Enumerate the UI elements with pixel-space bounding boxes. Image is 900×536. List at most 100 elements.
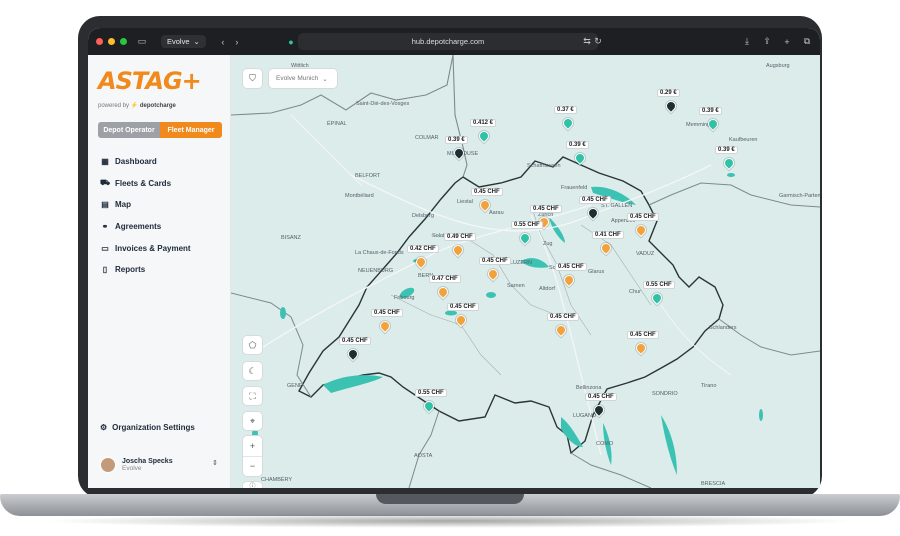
filter-button[interactable]: ⛉ xyxy=(242,68,263,89)
tab-group-label: Evolve xyxy=(167,37,190,46)
role-toggle: Depot Operator Fleet Manager xyxy=(98,122,222,138)
place-label: Tirano xyxy=(701,383,717,389)
price-label: 0.45 CHF xyxy=(627,213,659,221)
price-label: 0.45 CHF xyxy=(339,337,371,345)
nav-item-agreements[interactable]: ⚭ Agreements xyxy=(100,216,191,238)
charging-map[interactable]: ⛉ Evolve Munich ⌄ ⬠ ☾ ⛶ ⌖ + − ⓘ Saint-Di… xyxy=(231,55,820,488)
place-label: Garmisch-Partenkirchen xyxy=(779,193,820,199)
reload-icon[interactable]: ↻ xyxy=(591,35,605,49)
place-label: Augsburg xyxy=(766,63,790,69)
nav-label: Fleets & Cards xyxy=(115,178,172,188)
nav-item-map[interactable]: ▤ Map xyxy=(100,194,191,216)
zoom-out-button[interactable]: − xyxy=(243,455,262,476)
place-label: Delsberg xyxy=(412,213,435,219)
sidebar-toggle-icon[interactable]: ▭ xyxy=(135,35,149,49)
back-icon[interactable]: ‹ xyxy=(216,35,230,49)
place-label: Schlanders xyxy=(709,325,737,331)
tab-group-selector[interactable]: Evolve ⌄ xyxy=(161,35,206,48)
nav-label: Agreements xyxy=(115,222,162,232)
place-label: COMO xyxy=(596,441,614,447)
forward-icon[interactable]: › xyxy=(230,35,244,49)
avatar xyxy=(100,457,116,473)
laptop-notch xyxy=(376,494,524,504)
astag-logo: ASTAG+ xyxy=(98,67,202,95)
download-icon[interactable]: ⤓ xyxy=(740,35,754,49)
nav-label: Reports xyxy=(115,265,146,275)
chevron-down-icon: ⌄ xyxy=(193,37,200,46)
place-label: Liestal xyxy=(457,199,473,205)
price-label: 0.39 € xyxy=(445,136,468,144)
place-label: COLMAR xyxy=(415,135,439,141)
close-window-button[interactable] xyxy=(96,38,103,45)
price-label: 0.49 CHF xyxy=(444,233,476,241)
user-menu[interactable]: Joscha Specks Evolve xyxy=(100,457,173,473)
powered-by-label: powered by xyxy=(98,103,130,109)
info-button[interactable]: ⓘ xyxy=(242,481,263,488)
browser-toolbar: ▭ Evolve ⌄ ‹ › ● hub.depotcharge.com ⇆ ↻… xyxy=(88,28,820,55)
fullscreen-icon: ⛶ xyxy=(249,390,256,401)
tab-overview-icon[interactable]: ⧉ xyxy=(800,35,814,49)
price-label: 0.45 CHF xyxy=(530,205,562,213)
place-label: ÉPINAL xyxy=(327,121,347,127)
price-label: 0.55 CHF xyxy=(511,221,543,229)
nav-item-dashboard[interactable]: ▦ Dashboard xyxy=(100,151,191,173)
dark-mode-button[interactable]: ☾ xyxy=(242,361,263,381)
nav-item-invoices-payment[interactable]: ▭ Invoices & Payment xyxy=(100,237,190,259)
locate-button[interactable]: ⌖ xyxy=(242,411,263,431)
price-label: 0.45 CHF xyxy=(479,257,511,265)
laptop-shadow xyxy=(40,514,860,528)
depotcharge-icon: ⚡ xyxy=(130,103,139,109)
truck-icon: ⛟ xyxy=(99,178,111,188)
org-settings-label: Organization Settings xyxy=(112,423,195,432)
place-label: BELFORT xyxy=(355,173,381,179)
place-label: Wittlich xyxy=(291,63,309,69)
price-label: 0.45 CHF xyxy=(627,331,659,339)
price-label: 0.45 CHF xyxy=(447,303,479,311)
share-icon[interactable]: ⇪ xyxy=(760,35,774,49)
place-label: Saint-Dié-des-Vosges xyxy=(356,101,410,107)
gear-icon: ⚙ xyxy=(100,423,108,432)
sidebar: ASTAG+ powered by ⚡ depotcharge Depot Op… xyxy=(88,55,231,488)
price-label: 0.47 CHF xyxy=(429,275,461,283)
place-label: Montbéliard xyxy=(345,193,374,199)
nav-label: Map xyxy=(115,200,131,210)
depot-operator-toggle[interactable]: Depot Operator xyxy=(98,122,160,138)
place-label: VADUZ xyxy=(636,251,655,257)
minimize-window-button[interactable] xyxy=(108,38,115,45)
price-label: 0.45 CHF xyxy=(471,188,503,196)
chevron-updown-icon[interactable]: ⇕ xyxy=(212,459,218,467)
place-label: Bellinzona xyxy=(576,385,602,391)
nav-item-reports[interactable]: ▯ Reports xyxy=(100,259,191,281)
price-label: 0.45 CHF xyxy=(579,196,611,204)
place-label: NEUENBURG xyxy=(358,268,394,274)
fleet-manager-toggle[interactable]: Fleet Manager xyxy=(160,122,222,138)
maximize-window-button[interactable] xyxy=(120,38,127,45)
nav-item-fleets-cards[interactable]: ⛟ Fleets & Cards xyxy=(100,173,191,195)
zoom-control: + − xyxy=(242,435,263,477)
depot-select[interactable]: Evolve Munich ⌄ xyxy=(268,68,338,89)
user-org: Evolve xyxy=(122,465,142,472)
info-icon: ⓘ xyxy=(249,483,256,489)
price-label: 0.37 € xyxy=(554,106,577,114)
place-label: CHAMBÉRY xyxy=(261,477,293,483)
powered-by-brand: depotcharge xyxy=(139,103,176,109)
organization-settings-link[interactable]: ⚙ Organization Settings xyxy=(100,423,195,432)
place-label: Glarus xyxy=(588,269,605,275)
price-label: 0.55 CHF xyxy=(643,281,675,289)
nav-label: Dashboard xyxy=(115,157,157,167)
extension-icon[interactable]: ● xyxy=(284,35,298,49)
url-text: hub.depotcharge.com xyxy=(411,37,485,46)
powered-by: powered by ⚡ depotcharge xyxy=(98,102,176,109)
zoom-in-button[interactable]: + xyxy=(250,436,255,456)
fullscreen-button[interactable]: ⛶ xyxy=(242,386,263,406)
polygon-icon: ⬠ xyxy=(248,339,257,350)
price-label: 0.45 CHF xyxy=(547,313,579,321)
draw-area-button[interactable]: ⬠ xyxy=(242,335,263,355)
place-label: LUZERN xyxy=(510,260,533,266)
chevron-down-icon: ⌄ xyxy=(322,75,328,83)
price-label: 0.29 € xyxy=(657,89,680,97)
screen: ▭ Evolve ⌄ ‹ › ● hub.depotcharge.com ⇆ ↻… xyxy=(88,28,820,488)
place-label: GENF xyxy=(287,383,303,389)
address-bar[interactable]: hub.depotcharge.com xyxy=(298,33,598,50)
new-tab-icon[interactable]: + xyxy=(780,35,794,49)
